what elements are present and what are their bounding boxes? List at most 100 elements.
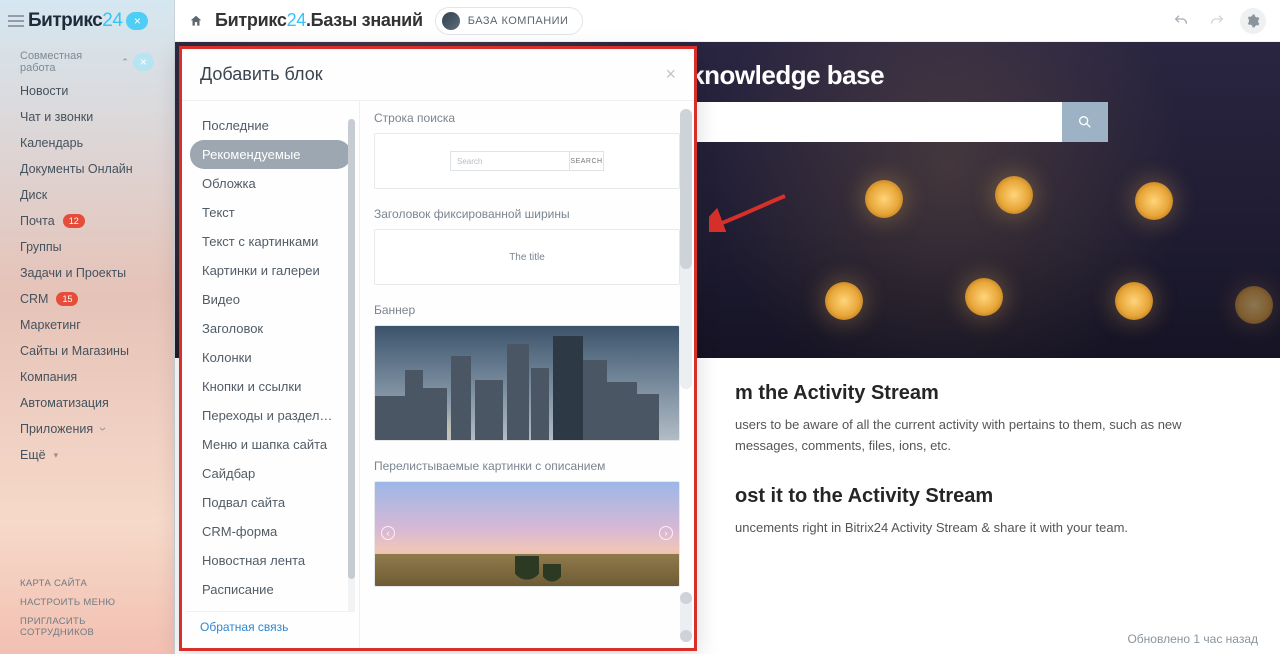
scrollbar-thumb[interactable] (680, 109, 692, 269)
search-button[interactable] (1062, 102, 1108, 142)
sidebar-item-label: Компания (20, 370, 77, 384)
sidebar-item[interactable]: Новости (0, 78, 174, 104)
sidebar-section-close[interactable]: × (133, 53, 154, 71)
sidebar-nav: Новости Чат и звонки Календарь Документы Он… (0, 78, 174, 468)
sidebar-item[interactable]: Маркетинг (0, 312, 174, 338)
logo-row: Битрикс24 × (0, 0, 174, 42)
category-item[interactable]: Рекомендуемые (190, 140, 351, 169)
sidebar-bottom-item[interactable]: ПРИГЛАСИТЬ СОТРУДНИКОВ (0, 612, 174, 642)
feedback-link[interactable]: Обратная связь (186, 611, 355, 642)
sidebar-item[interactable]: Сайты и Магазины (0, 338, 174, 364)
sidebar-section-header[interactable]: Совместная работа ⌃ × (0, 42, 174, 78)
category-item[interactable]: Текст с картинками (190, 227, 351, 256)
badge: 15 (56, 292, 78, 306)
settings-button[interactable] (1240, 8, 1266, 34)
category-item[interactable]: Картинки и галереи (190, 256, 351, 285)
category-item[interactable]: Подвал сайта (190, 488, 351, 517)
sidebar-item[interactable]: Календарь (0, 130, 174, 156)
sidebar-item-label: Документы Онлайн (20, 162, 133, 176)
block-title: Строка поиска (374, 111, 680, 125)
sidebar-item[interactable]: Чат и звонки (0, 104, 174, 130)
undo-button[interactable] (1168, 8, 1194, 34)
sidebar-item-label: Ещё (20, 448, 46, 462)
redo-button[interactable] (1204, 8, 1230, 34)
logo[interactable]: Битрикс24 (28, 10, 122, 32)
hamburger-icon[interactable] (8, 15, 24, 27)
preview-search-button: SEARCH (570, 151, 604, 171)
chevron-down-icon: ▾ (54, 450, 59, 461)
modal-body: ПоследниеРекомендуемыеОбложкаТекстТекст … (182, 101, 694, 648)
close-button[interactable]: × (665, 64, 676, 85)
badge: 12 (63, 214, 85, 228)
block-title: Баннер (374, 303, 680, 317)
logo-part1: Битрикс (28, 10, 102, 31)
slider-prev-icon: ‹ (381, 526, 395, 540)
sidebar-section-label: Совместная работа (20, 50, 117, 74)
category-item[interactable]: Колонки (190, 343, 351, 372)
sidebar-item-label: Диск (20, 188, 47, 202)
block-card-banner[interactable]: Баннер (374, 303, 680, 441)
sidebar-item[interactable]: Почта 12 (0, 208, 174, 234)
sidebar-item[interactable]: CRM 15 (0, 286, 174, 312)
scrollbar-bottom[interactable] (680, 592, 692, 642)
annotation-arrow-icon (709, 192, 789, 232)
category-item[interactable]: Кнопки и ссылки (190, 372, 351, 401)
home-icon[interactable] (189, 14, 203, 28)
breadcrumb-p3: .Базы знаний (306, 10, 423, 30)
sidebar-item-label: CRM (20, 292, 48, 306)
category-item[interactable]: Последние (190, 111, 351, 140)
sidebar-item[interactable]: Диск (0, 182, 174, 208)
category-item[interactable]: Текст (190, 198, 351, 227)
chevron-up-icon: ⌃ (121, 57, 129, 68)
sidebar-item-label: Почта (20, 214, 55, 228)
category-item[interactable]: Новостная лента (190, 546, 351, 575)
section-body-2: uncements right in Bitrix24 Activity Str… (735, 518, 1240, 539)
category-item[interactable]: Расписание (190, 575, 351, 604)
category-list: ПоследниеРекомендуемыеОбложкаТекстТекст … (186, 111, 355, 611)
sidebar-item-label: Группы (20, 240, 62, 254)
sidebar-item[interactable]: Группы (0, 234, 174, 260)
category-item[interactable]: Заголовок (190, 314, 351, 343)
sidebar-bottom: КАРТА САЙТАНАСТРОИТЬ МЕНЮПРИГЛАСИТЬ СОТР… (0, 574, 174, 642)
section-body-1: users to be aware of all the current act… (735, 415, 1240, 457)
scrollbar[interactable] (348, 119, 355, 611)
category-item[interactable]: Сайдбар (190, 459, 351, 488)
sidebar-item-label: Чат и звонки (20, 110, 93, 124)
block-title: Перелистываемые картинки с описанием (374, 459, 680, 473)
block-preview (374, 325, 680, 441)
preview-title-text: The title (509, 252, 545, 263)
scrollbar[interactable] (680, 109, 692, 389)
sidebar-bottom-item[interactable]: КАРТА САЙТА (0, 574, 174, 593)
category-item[interactable]: Интернет-магазин (190, 604, 351, 611)
section-title-1: m the Activity Stream (735, 382, 939, 405)
breadcrumb-p2: 24 (287, 10, 306, 30)
chevron-down-icon: › (96, 427, 110, 431)
sidebar-item[interactable]: Приложения› (0, 416, 174, 442)
category-item[interactable]: Обложка (190, 169, 351, 198)
avatar (442, 12, 460, 30)
category-item[interactable]: Видео (190, 285, 351, 314)
sidebar-dismiss-button[interactable]: × (126, 12, 148, 30)
scrollbar-thumb[interactable] (348, 119, 355, 579)
block-preview: Search SEARCH (374, 133, 680, 189)
sidebar-item[interactable]: Автоматизация (0, 390, 174, 416)
sidebar-item-label: Маркетинг (20, 318, 81, 332)
preview-search-input: Search (450, 151, 570, 171)
section-title-2: ost it to the Activity Stream (735, 485, 993, 508)
category-item[interactable]: Меню и шапка сайта (190, 430, 351, 459)
company-chip[interactable]: БАЗА КОМПАНИИ (435, 7, 584, 35)
block-card-slider[interactable]: Перелистываемые картинки с описанием ‹ › (374, 459, 680, 587)
category-item[interactable]: Переходы и разделит... (190, 401, 351, 430)
sidebar-item-label: Автоматизация (20, 396, 109, 410)
sidebar-item[interactable]: Ещё ▾ (0, 442, 174, 468)
section-heading-1: m the Activity Stream (735, 382, 1240, 405)
sidebar-item[interactable]: Задачи и Проекты (0, 260, 174, 286)
sidebar-item-label: Сайты и Магазины (20, 344, 129, 358)
block-card-search[interactable]: Строка поиска Search SEARCH (374, 111, 680, 189)
block-card-title[interactable]: Заголовок фиксированной ширины The title (374, 207, 680, 285)
sidebar-item[interactable]: Документы Онлайн (0, 156, 174, 182)
sidebar: Битрикс24 × Совместная работа ⌃ × Новост… (0, 0, 175, 654)
sidebar-item[interactable]: Компания (0, 364, 174, 390)
category-item[interactable]: CRM-форма (190, 517, 351, 546)
sidebar-bottom-item[interactable]: НАСТРОИТЬ МЕНЮ (0, 593, 174, 612)
